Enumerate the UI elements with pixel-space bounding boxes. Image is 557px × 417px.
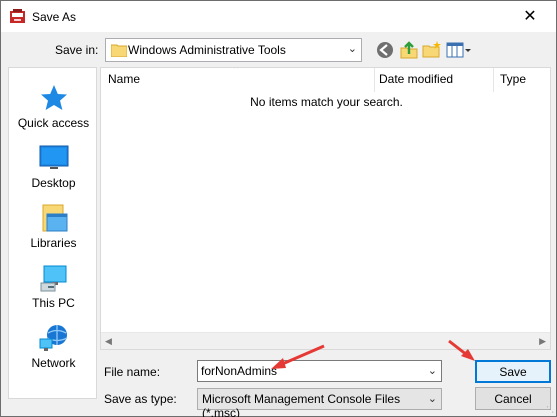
folder-icon [111, 44, 127, 57]
this-pc-icon [40, 265, 66, 292]
up-folder-icon[interactable] [399, 40, 419, 60]
column-separator[interactable] [374, 68, 375, 92]
scroll-right-icon[interactable]: ▶ [539, 336, 546, 347]
file-name-label: File name: [104, 365, 161, 379]
place-quick-access[interactable]: Quick access [9, 78, 98, 138]
place-label: This PC [32, 296, 75, 310]
save-in-dropdown[interactable]: Windows Administrative Tools ⌄ [105, 38, 362, 62]
window-title: Save As [32, 10, 77, 24]
cancel-button[interactable]: Cancel [475, 387, 551, 410]
back-icon[interactable] [375, 40, 395, 60]
place-label: Quick access [17, 116, 90, 130]
save-as-dialog: Save As ✕ Save in: Windows Administrativ… [0, 0, 557, 417]
save-in-label: Save in: [55, 43, 99, 57]
empty-message: No items match your search. [250, 95, 403, 109]
column-header-type[interactable]: Type [500, 72, 526, 86]
scroll-left-icon[interactable]: ◀ [105, 336, 112, 347]
chevron-down-icon[interactable]: ⌄ [428, 392, 437, 405]
save-as-type-dropdown[interactable]: Microsoft Management Console Files (*.ms… [197, 388, 442, 417]
file-list[interactable]: ⌃ Name Date modified Type No items match… [100, 67, 551, 350]
mmc-app-icon [10, 9, 25, 23]
column-header-name[interactable]: Name [108, 72, 140, 86]
places-bar: Quick access Desktop Libraries This PC N… [8, 67, 97, 399]
view-menu-icon[interactable] [446, 40, 472, 60]
sort-ascending-icon: ⌃ [232, 67, 241, 76]
network-icon [39, 325, 67, 351]
close-icon: ✕ [523, 8, 537, 25]
column-separator[interactable] [493, 68, 494, 92]
horizontal-scrollbar[interactable]: ◀ ▶ [101, 332, 550, 349]
place-this-pc[interactable]: This PC [9, 258, 98, 318]
file-name-value: forNonAdmins [201, 364, 278, 378]
chevron-down-icon[interactable]: ⌄ [348, 42, 357, 55]
new-folder-icon[interactable] [422, 40, 442, 60]
place-libraries[interactable]: Libraries [9, 198, 98, 258]
save-as-type-label: Save as type: [104, 392, 177, 406]
save-as-type-value: Microsoft Management Console Files (*.ms… [202, 392, 401, 417]
place-label: Libraries [30, 236, 77, 250]
place-network[interactable]: Network [9, 318, 98, 378]
column-header-date-modified[interactable]: Date modified [379, 72, 453, 86]
save-in-value: Windows Administrative Tools [128, 43, 286, 57]
close-button[interactable]: ✕ [506, 1, 554, 31]
star-icon [40, 85, 67, 110]
desktop-icon [39, 145, 68, 169]
save-button[interactable]: Save [475, 360, 551, 383]
place-label: Network [31, 356, 76, 370]
chevron-down-icon[interactable]: ⌄ [428, 364, 437, 377]
resize-grip-icon[interactable]: ⋱ [546, 405, 554, 414]
file-name-field[interactable]: forNonAdmins ⌄ [197, 360, 442, 382]
place-label: Desktop [31, 176, 76, 190]
place-desktop[interactable]: Desktop [9, 138, 98, 198]
title-bar[interactable]: Save As ✕ [1, 1, 556, 32]
libraries-icon [42, 204, 67, 232]
